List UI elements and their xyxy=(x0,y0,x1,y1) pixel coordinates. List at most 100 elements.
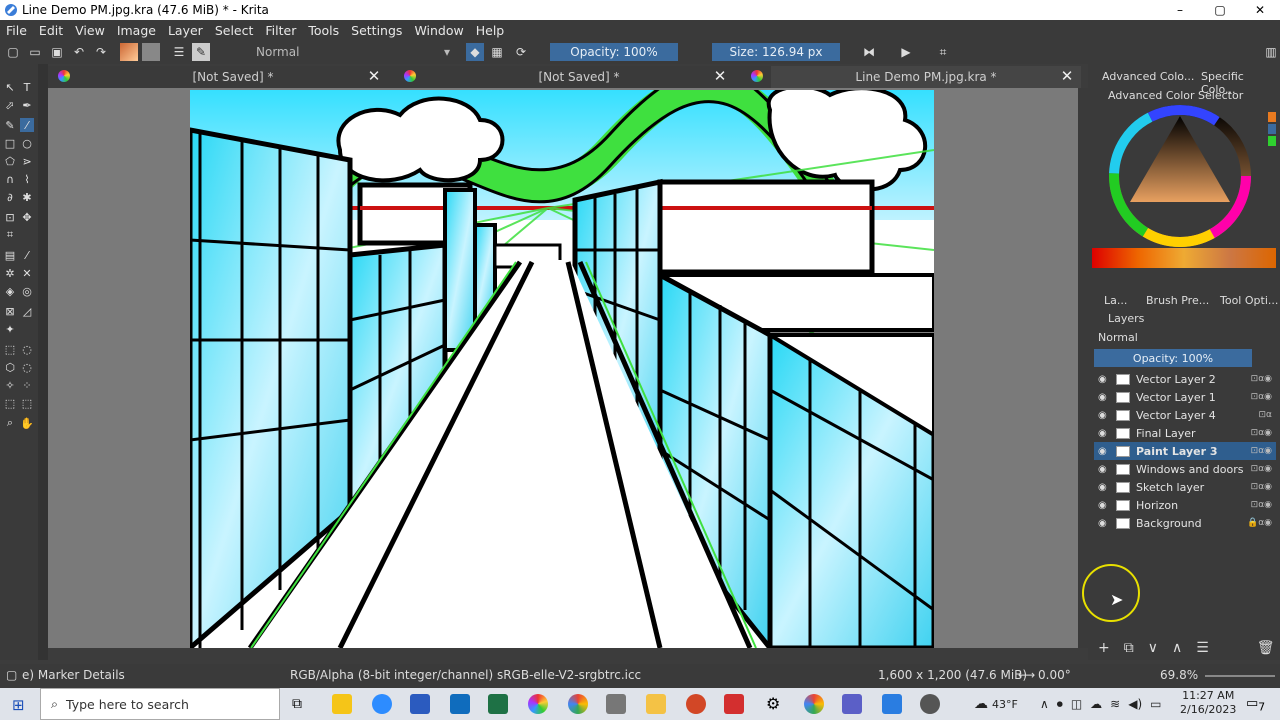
minimize-button[interactable]: – xyxy=(1160,0,1200,20)
zoom-slider[interactable] xyxy=(1205,675,1275,677)
zoom-tool-icon[interactable]: ⌕ xyxy=(3,416,17,430)
new-document-icon[interactable]: ▢ xyxy=(4,43,22,61)
layer-paint-3[interactable]: ◉ Paint Layer 3 ⊡α◉ xyxy=(1094,442,1276,460)
lock-icon[interactable]: ⊡α◉ xyxy=(1251,500,1272,510)
drawing-canvas[interactable] xyxy=(190,90,934,648)
bg-color-swatch[interactable] xyxy=(1268,124,1276,134)
menu-layer[interactable]: Layer xyxy=(168,23,203,38)
layer-vector-1[interactable]: ◉ Vector Layer 1 ⊡α◉ xyxy=(1094,388,1276,406)
tab-line-demo[interactable]: Line Demo PM.jpg.kra * xyxy=(771,66,1081,88)
delete-layer-icon[interactable]: 🗑 xyxy=(1257,640,1275,656)
measure-tool-icon[interactable]: ◿ xyxy=(20,304,34,318)
layer-horizon[interactable]: ◉ Horizon ⊡α◉ xyxy=(1094,496,1276,514)
tab-not-saved-1[interactable]: [Not Saved] * xyxy=(78,66,388,88)
tab-not-saved-2[interactable]: [Not Saved] * xyxy=(424,66,734,88)
lock-icon[interactable]: ⊡α◉ xyxy=(1251,392,1272,402)
color-picker-icon[interactable]: ⁄ xyxy=(20,248,34,262)
krita-taskbar-icon[interactable] xyxy=(528,694,548,714)
redo-icon[interactable]: ↷ xyxy=(92,43,110,61)
menu-file[interactable]: File xyxy=(6,23,27,38)
layer-background[interactable]: ◉ Background 🔒α◉ xyxy=(1094,514,1276,532)
duplicate-layer-icon[interactable]: ⧉ xyxy=(1124,640,1134,656)
panel-toggle-icon[interactable]: ▥ xyxy=(1262,43,1280,61)
battery-icon[interactable]: ▭ xyxy=(1150,697,1161,711)
chrome-icon[interactable] xyxy=(804,694,824,714)
pattern-swatch-icon[interactable] xyxy=(142,43,160,61)
rect-select-icon[interactable]: ⬚ xyxy=(3,342,17,356)
tab-tool-options[interactable]: Tool Opti... xyxy=(1220,294,1278,307)
opacity-slider[interactable]: Opacity: 100% xyxy=(550,43,678,61)
layer-windows-doors[interactable]: ◉ Windows and doors ⊡α◉ xyxy=(1094,460,1276,478)
color-wheel[interactable] xyxy=(1106,102,1254,250)
mirror-vertical-icon[interactable]: ▶ xyxy=(897,43,915,61)
undo-icon[interactable]: ↶ xyxy=(70,43,88,61)
magnetic-select-icon[interactable]: ⬚ xyxy=(20,396,34,410)
sticky-notes-icon[interactable] xyxy=(332,694,352,714)
freehand-path-icon[interactable]: ⌇ xyxy=(20,172,34,186)
layer-vector-2[interactable]: ◉ Vector Layer 2 ⊡α◉ xyxy=(1094,370,1276,388)
smart-patch-icon[interactable]: ✲ xyxy=(3,266,17,280)
gradient-swatch-icon[interactable] xyxy=(120,43,138,61)
eye-icon[interactable]: ◉ xyxy=(1098,446,1110,457)
clock[interactable]: 11:27 AM 2/16/2023 xyxy=(1180,689,1236,717)
open-folder-icon[interactable]: ▭ xyxy=(26,43,44,61)
move-up-icon[interactable]: ∧ xyxy=(1172,640,1182,656)
fill-tool-icon[interactable]: ◈ xyxy=(3,284,17,298)
word-icon[interactable] xyxy=(410,694,430,714)
wifi-icon[interactable]: ≋ xyxy=(1110,697,1120,711)
acrobat-icon[interactable] xyxy=(724,694,744,714)
layer-menu-icon[interactable]: ☰ xyxy=(1196,640,1209,656)
move-down-icon[interactable]: ∨ xyxy=(1148,640,1158,656)
tab-advanced-color[interactable]: Advanced Colo... xyxy=(1102,70,1194,83)
close-icon[interactable]: ✕ xyxy=(713,67,727,85)
colorize-mask-icon[interactable]: ✕ xyxy=(20,266,34,280)
canvas-vertical-scrollbar[interactable] xyxy=(1078,88,1088,648)
app-icon[interactable] xyxy=(882,694,902,714)
dynamic-brush-icon[interactable]: ∂ xyxy=(3,190,17,204)
brush-preset-icon[interactable]: ✎ xyxy=(192,43,210,61)
tab-brush-presets[interactable]: Brush Pre... xyxy=(1146,294,1209,307)
blend-mode-select[interactable]: Normal ▾ xyxy=(252,43,456,61)
teams-icon[interactable] xyxy=(842,694,862,714)
file-explorer-icon[interactable] xyxy=(646,694,666,714)
bezier-tool-icon[interactable]: ∩ xyxy=(3,172,17,186)
layer-vector-4[interactable]: ◉ Vector Layer 4 ⊡α xyxy=(1094,406,1276,424)
notification-icon[interactable]: ▭7 xyxy=(1246,696,1265,714)
calligraphy-icon[interactable]: ✒ xyxy=(20,98,34,112)
eye-icon[interactable]: ◉ xyxy=(1098,464,1110,475)
menu-select[interactable]: Select xyxy=(215,23,254,38)
eye-icon[interactable]: ◉ xyxy=(1098,410,1110,421)
fg-color-swatch[interactable] xyxy=(1268,112,1276,122)
powerpoint-icon[interactable] xyxy=(686,694,706,714)
ellipse-tool-icon[interactable]: ○ xyxy=(20,136,34,150)
close-icon[interactable]: ✕ xyxy=(367,67,381,85)
freehand-select-icon[interactable]: ◌ xyxy=(20,360,34,374)
enclose-fill-icon[interactable]: ◎ xyxy=(20,284,34,298)
multibrush-icon[interactable]: ✱ xyxy=(20,190,34,204)
menu-tools[interactable]: Tools xyxy=(308,23,339,38)
preserve-alpha-icon[interactable]: ▦ xyxy=(488,43,506,61)
polygon-select-icon[interactable]: ⬡ xyxy=(3,360,17,374)
eraser-mode-icon[interactable]: ◆ xyxy=(466,43,484,61)
menu-settings[interactable]: Settings xyxy=(351,23,402,38)
tab-layers[interactable]: La... xyxy=(1104,294,1127,307)
eye-icon[interactable]: ◉ xyxy=(1098,374,1110,385)
mirror-horizontal-icon[interactable]: ⧓ xyxy=(860,43,878,61)
polyline-tool-icon[interactable]: ⋗ xyxy=(20,154,34,168)
reference-images-icon[interactable]: ✦ xyxy=(3,322,17,336)
line-tool-icon[interactable]: ⁄ xyxy=(20,118,34,132)
wrap-around-icon[interactable]: ⌗ xyxy=(934,43,952,61)
task-view-icon[interactable]: ⧉ xyxy=(292,696,302,712)
lock-icon[interactable]: ⊡α◉ xyxy=(1251,464,1272,474)
canvas-area[interactable] xyxy=(48,88,1078,648)
menu-view[interactable]: View xyxy=(75,23,105,38)
recent-color-swatch[interactable] xyxy=(1268,136,1276,146)
select-shapes-icon[interactable]: ↖ xyxy=(3,80,17,94)
menu-window[interactable]: Window xyxy=(414,23,463,38)
zoom-app-icon[interactable] xyxy=(372,694,392,714)
layer-final[interactable]: ◉ Final Layer ⊡α◉ xyxy=(1094,424,1276,442)
excel-icon[interactable] xyxy=(488,694,508,714)
assistant-tool-icon[interactable]: ⊠ xyxy=(3,304,17,318)
contiguous-select-icon[interactable]: ✧ xyxy=(3,378,17,392)
move-tool-icon[interactable]: ✥ xyxy=(20,210,34,224)
